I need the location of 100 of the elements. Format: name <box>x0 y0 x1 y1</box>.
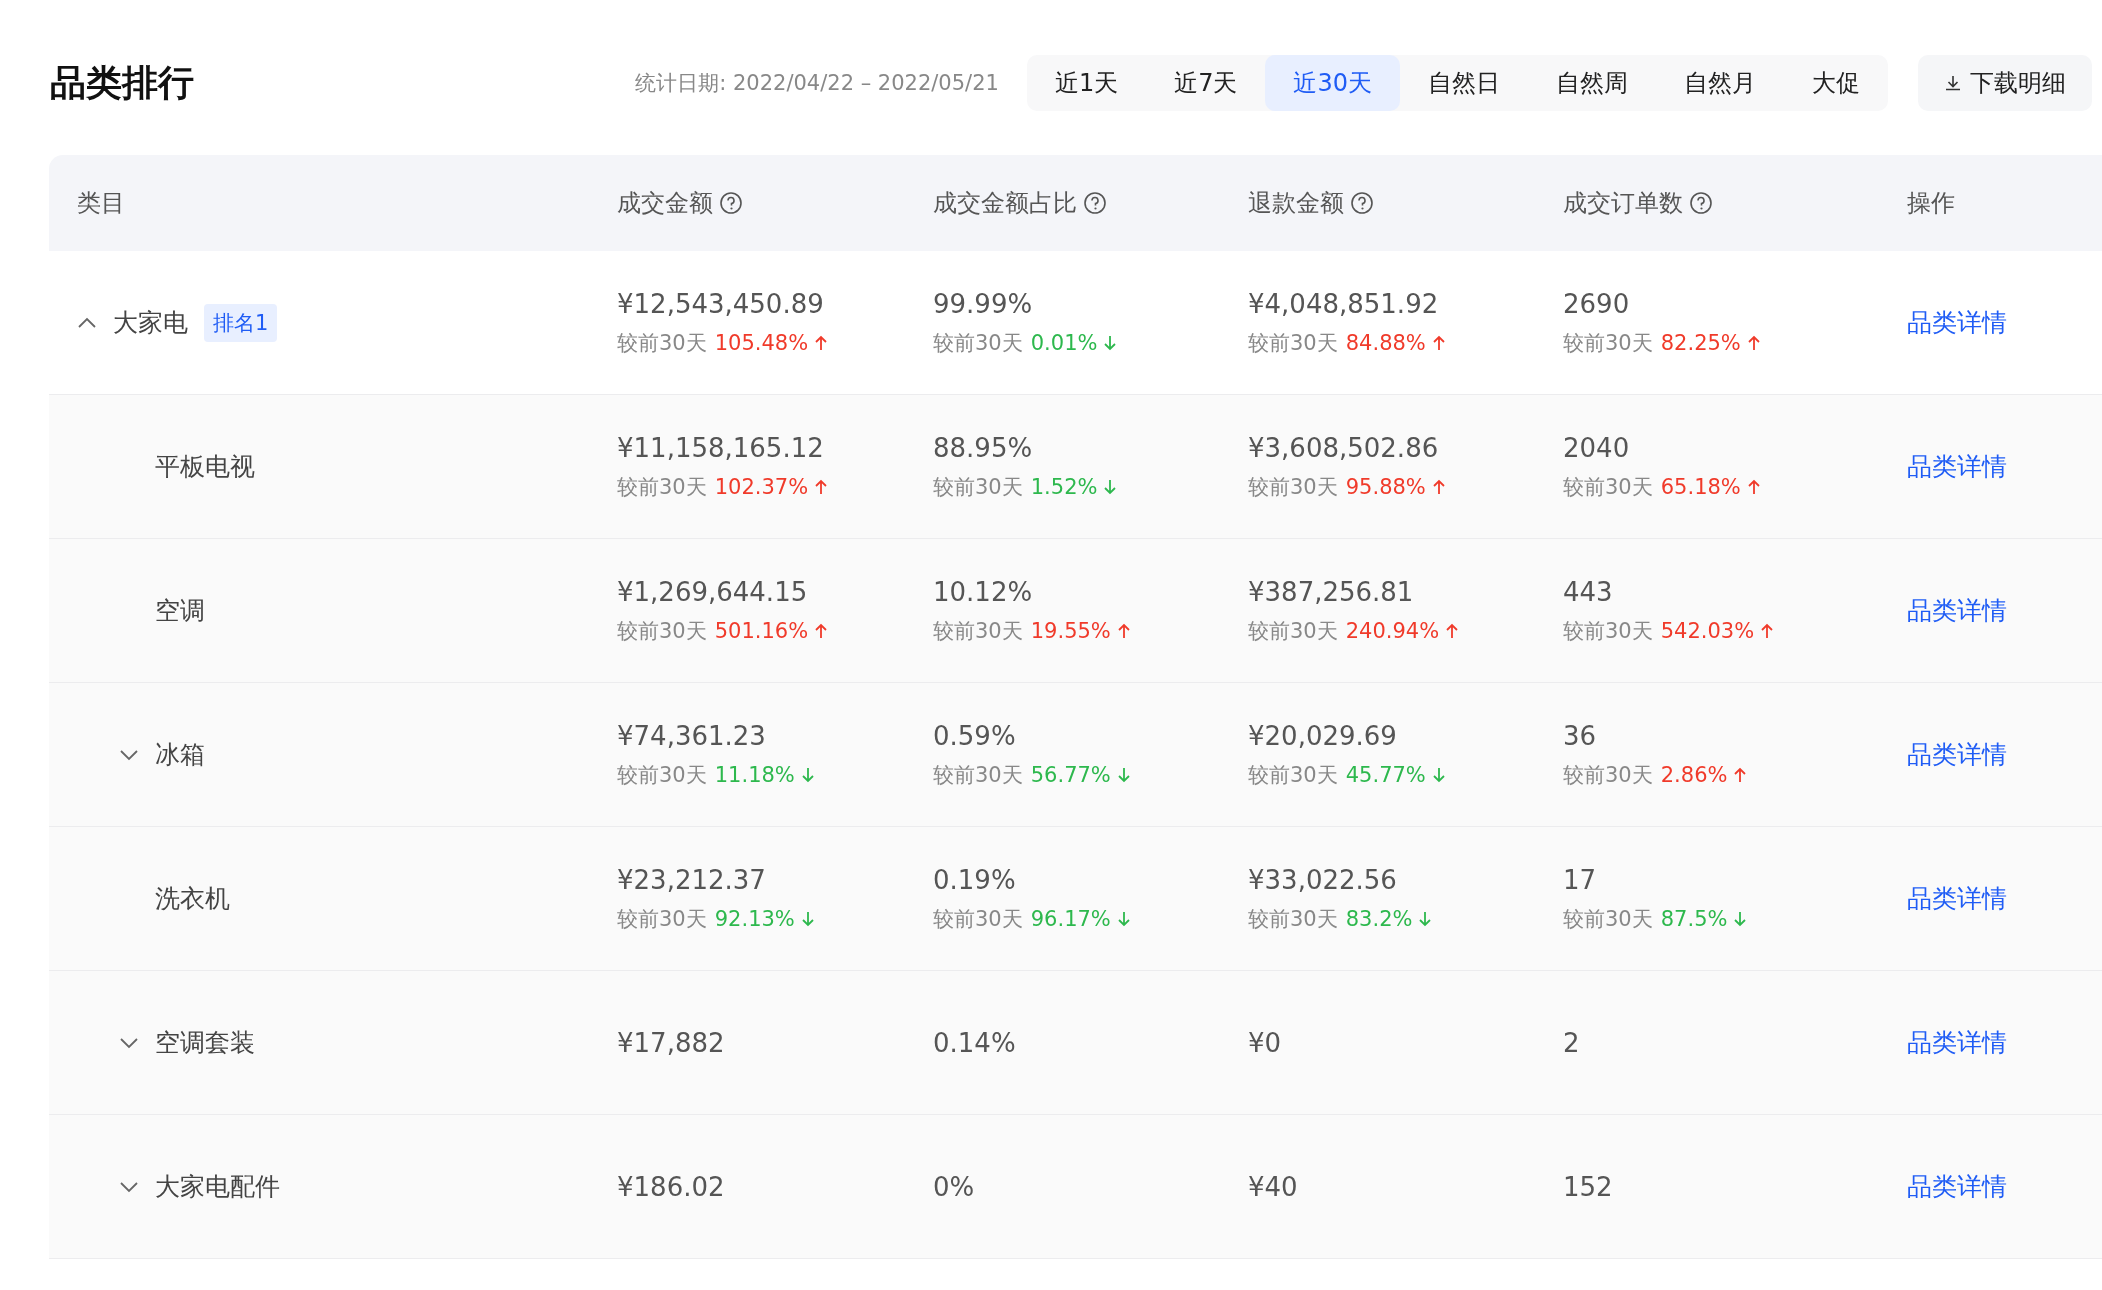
metric-value: ¥186.02 <box>617 1171 726 1202</box>
metric-value: 17 <box>1563 864 1598 895</box>
change-percent: 501.16% <box>714 618 809 643</box>
change-percent: 92.13% <box>714 906 795 931</box>
download-button[interactable]: 下载明细 <box>1918 55 2092 111</box>
date-range: 统计日期: 2022/04/22 – 2022/05/21 <box>635 70 999 97</box>
change-percent: 45.77% <box>1345 762 1426 787</box>
compare-label: 较前30天 <box>1563 617 1653 645</box>
change-percent: 87.5% <box>1660 906 1728 931</box>
column-header: 类目 <box>77 188 125 219</box>
change-percent: 19.55% <box>1030 618 1111 643</box>
change-percent: 65.18% <box>1660 474 1741 499</box>
compare-label: 较前30天 <box>1563 905 1653 933</box>
metric-value: 0.19% <box>933 864 1017 895</box>
metric-value: 2690 <box>1563 288 1631 319</box>
period-tab[interactable]: 大促 <box>1784 55 1888 111</box>
metric-value: ¥1,269,644.15 <box>617 576 809 607</box>
category-detail-link[interactable]: 品类详情 <box>1907 884 2007 913</box>
column-header: 成交订单数 <box>1563 188 1683 219</box>
metric-value: 152 <box>1563 1171 1614 1202</box>
change-percent: 240.94% <box>1345 618 1440 643</box>
download-icon <box>1944 74 1962 92</box>
chevron-icon[interactable] <box>119 748 139 761</box>
chevron-icon[interactable] <box>77 316 97 329</box>
category-detail-link[interactable]: 品类详情 <box>1907 452 2007 481</box>
change-percent: 56.77% <box>1030 762 1111 787</box>
period-tab[interactable]: 自然周 <box>1528 55 1656 111</box>
metric-value: 88.95% <box>933 432 1034 463</box>
compare-label: 较前30天 <box>1248 473 1338 501</box>
category-name: 空调 <box>155 595 205 627</box>
help-icon[interactable] <box>1689 191 1713 215</box>
compare-label: 较前30天 <box>1248 617 1338 645</box>
compare-label: 较前30天 <box>933 473 1023 501</box>
change-percent: 96.17% <box>1030 906 1111 931</box>
metric-value: 0.59% <box>933 720 1017 751</box>
period-tab[interactable]: 自然日 <box>1400 55 1528 111</box>
compare-label: 较前30天 <box>933 329 1023 357</box>
category-name: 平板电视 <box>155 451 255 483</box>
change-percent: 542.03% <box>1660 618 1755 643</box>
metric-value: ¥40 <box>1248 1171 1299 1202</box>
page-title: 品类排行 <box>50 60 195 105</box>
compare-label: 较前30天 <box>617 617 707 645</box>
change-percent: 0.01% <box>1030 330 1098 355</box>
metric-value: ¥11,158,165.12 <box>617 432 825 463</box>
metric-value: 0.14% <box>933 1027 1017 1058</box>
help-icon[interactable] <box>719 191 743 215</box>
compare-label: 较前30天 <box>933 905 1023 933</box>
compare-label: 较前30天 <box>1563 329 1653 357</box>
category-detail-link[interactable]: 品类详情 <box>1907 308 2007 337</box>
category-detail-link[interactable]: 品类详情 <box>1907 596 2007 625</box>
change-percent: 82.25% <box>1660 330 1741 355</box>
chevron-icon[interactable] <box>119 1180 139 1193</box>
period-tab[interactable]: 近7天 <box>1146 55 1266 111</box>
category-detail-link[interactable]: 品类详情 <box>1907 1028 2007 1057</box>
change-percent: 2.86% <box>1660 762 1728 787</box>
category-name: 冰箱 <box>155 739 205 771</box>
metric-value: 2040 <box>1563 432 1631 463</box>
period-tab[interactable]: 近1天 <box>1026 55 1147 111</box>
category-name: 空调套装 <box>155 1027 255 1059</box>
chevron-icon[interactable] <box>119 1036 139 1049</box>
metric-value: 99.99% <box>933 288 1034 319</box>
category-name: 大家电 <box>113 307 188 339</box>
column-header: 成交金额 <box>617 188 713 219</box>
column-header: 成交金额占比 <box>933 188 1077 219</box>
change-percent: 95.88% <box>1345 474 1426 499</box>
change-percent: 84.88% <box>1345 330 1426 355</box>
change-percent: 11.18% <box>714 762 795 787</box>
metric-value: ¥3,608,502.86 <box>1248 432 1440 463</box>
category-detail-link[interactable]: 品类详情 <box>1907 1172 2007 1201</box>
compare-label: 较前30天 <box>617 905 707 933</box>
metric-value: 36 <box>1563 720 1598 751</box>
metric-value: ¥17,882 <box>617 1027 726 1058</box>
category-name: 洗衣机 <box>155 883 230 915</box>
change-percent: 1.52% <box>1030 474 1098 499</box>
compare-label: 较前30天 <box>1563 761 1653 789</box>
change-percent: 102.37% <box>714 474 809 499</box>
compare-label: 较前30天 <box>617 473 707 501</box>
category-detail-link[interactable]: 品类详情 <box>1907 740 2007 769</box>
compare-label: 较前30天 <box>1248 905 1338 933</box>
column-header: 退款金额 <box>1248 188 1344 219</box>
compare-label: 较前30天 <box>617 329 707 357</box>
metric-value: ¥0 <box>1248 1027 1283 1058</box>
metric-value: ¥20,029.69 <box>1248 720 1398 751</box>
metric-value: ¥74,361.23 <box>617 720 767 751</box>
help-icon[interactable] <box>1350 191 1374 215</box>
help-icon[interactable] <box>1083 191 1107 215</box>
compare-label: 较前30天 <box>933 761 1023 789</box>
category-name: 大家电配件 <box>155 1171 280 1203</box>
compare-label: 较前30天 <box>1248 329 1338 357</box>
change-percent: 83.2% <box>1345 906 1413 931</box>
metric-value: ¥4,048,851.92 <box>1248 288 1440 319</box>
compare-label: 较前30天 <box>933 617 1023 645</box>
metric-value: ¥387,256.81 <box>1248 576 1415 607</box>
period-tab[interactable]: 近30天 <box>1265 55 1400 111</box>
period-tab[interactable]: 自然月 <box>1656 55 1784 111</box>
compare-label: 较前30天 <box>1563 473 1653 501</box>
rank-badge: 排名1 <box>204 303 278 342</box>
compare-label: 较前30天 <box>617 761 707 789</box>
column-header: 操作 <box>1907 188 1955 219</box>
metric-value: ¥23,212.37 <box>617 864 767 895</box>
